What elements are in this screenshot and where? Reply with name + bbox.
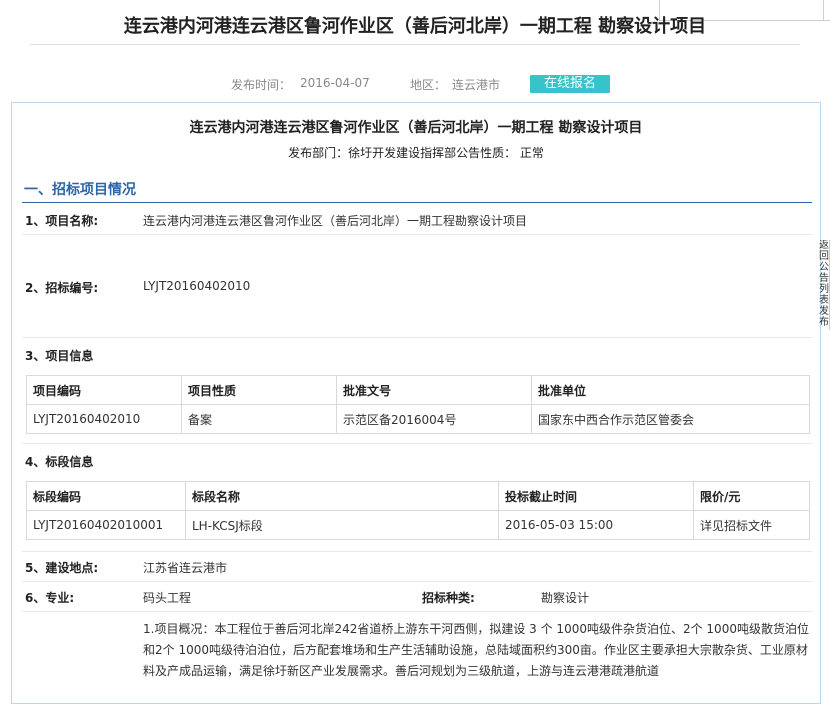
- project-info-table: 项目编码 项目性质 批准文号 批准单位 LYJT20160402010 备案 示…: [26, 375, 810, 434]
- title-divider: [30, 44, 800, 45]
- table-cell: 备案: [181, 404, 337, 434]
- region-label: 地区：: [410, 78, 447, 92]
- row-divider: [22, 234, 812, 235]
- row-divider: [22, 581, 812, 582]
- publish-dept-line: 发布部门：徐圩开发建设指挥部公告性质： 正常: [288, 146, 544, 160]
- online-register-button[interactable]: 在线报名: [530, 75, 610, 93]
- location-label: 5、建设地点:: [25, 561, 99, 575]
- project-description: 1.项目概况：本工程位于善后河北岸242省道桥上游东干河西侧，拟建设 3 个 1…: [143, 622, 809, 678]
- table-cell: 详见招标文件: [693, 510, 810, 540]
- section-info-label: 4、标段信息: [25, 455, 94, 469]
- table-cell: 2016-05-03 15:00: [498, 510, 694, 540]
- table-row: LYJT20160402010 备案 示范区备2016004号 国家东中西合作示…: [26, 404, 810, 434]
- bid-no-value: LYJT20160402010: [143, 279, 251, 293]
- notice-title: 连云港内河港连云港区鲁河作业区（善后河北岸）一期工程 勘察设计项目: [189, 120, 643, 136]
- bid-no-label: 2、招标编号:: [25, 281, 99, 295]
- table-cell: 示范区备2016004号: [336, 404, 532, 434]
- row-divider: [22, 551, 812, 552]
- table-header-cell: 标段名称: [185, 481, 499, 511]
- project-name-value: 连云港内河港连云港区鲁河作业区（善后河北岸）一期工程勘察设计项目: [143, 214, 528, 228]
- row-divider: [22, 443, 812, 444]
- side-nav-link[interactable]: 返回公告列表发布: [819, 240, 830, 330]
- table-header-cell: 限价/元: [693, 481, 810, 511]
- row-divider: [22, 337, 812, 338]
- row-divider: [22, 611, 812, 612]
- meta-row: 发布时间： 2016-04-07 地区： 连云港市: [0, 74, 830, 94]
- table-header-cell: 项目编码: [26, 375, 182, 405]
- table-header-cell: 标段编码: [26, 481, 186, 511]
- table-cell: 国家东中西合作示范区管委会: [531, 404, 810, 434]
- table-header-cell: 项目性质: [181, 375, 337, 405]
- project-info-label: 3、项目信息: [25, 349, 94, 363]
- section-info-table: 标段编码 标段名称 投标截止时间 限价/元 LYJT20160402010001…: [26, 481, 810, 540]
- bid-type-label: 招标种类:: [422, 591, 475, 605]
- notice-content: 连云港内河港连云港区鲁河作业区（善后河北岸）一期工程 勘察设计项目 发布部门：徐…: [11, 102, 821, 704]
- table-header-cell: 批准文号: [336, 375, 532, 405]
- table-header-row: 项目编码 项目性质 批准文号 批准单位: [26, 375, 810, 405]
- bid-type-value: 勘察设计: [541, 591, 590, 605]
- table-cell: LYJT20160402010001: [26, 510, 186, 540]
- section-heading-bid-info: 一、招标项目情况: [24, 182, 136, 198]
- table-header-cell: 投标截止时间: [498, 481, 694, 511]
- publish-time-value: 2016-04-07: [300, 76, 370, 90]
- table-cell: LYJT20160402010: [26, 404, 182, 434]
- table-row: LYJT20160402010001 LH-KCSJ标段 2016-05-03 …: [26, 510, 810, 540]
- page-title: 连云港内河港连云港区鲁河作业区（善后河北岸）一期工程 勘察设计项目: [123, 16, 707, 37]
- specialty-value: 码头工程: [143, 591, 192, 605]
- table-cell: LH-KCSJ标段: [185, 510, 499, 540]
- publish-time-label: 发布时间：: [231, 78, 292, 92]
- region-value: 连云港市: [452, 78, 501, 92]
- table-header-row: 标段编码 标段名称 投标截止时间 限价/元: [26, 481, 810, 511]
- specialty-label: 6、专业:: [25, 591, 75, 605]
- project-name-label: 1、项目名称:: [25, 214, 99, 228]
- section-divider: [22, 202, 812, 203]
- table-header-cell: 批准单位: [531, 375, 810, 405]
- location-value: 江苏省连云港市: [143, 561, 228, 575]
